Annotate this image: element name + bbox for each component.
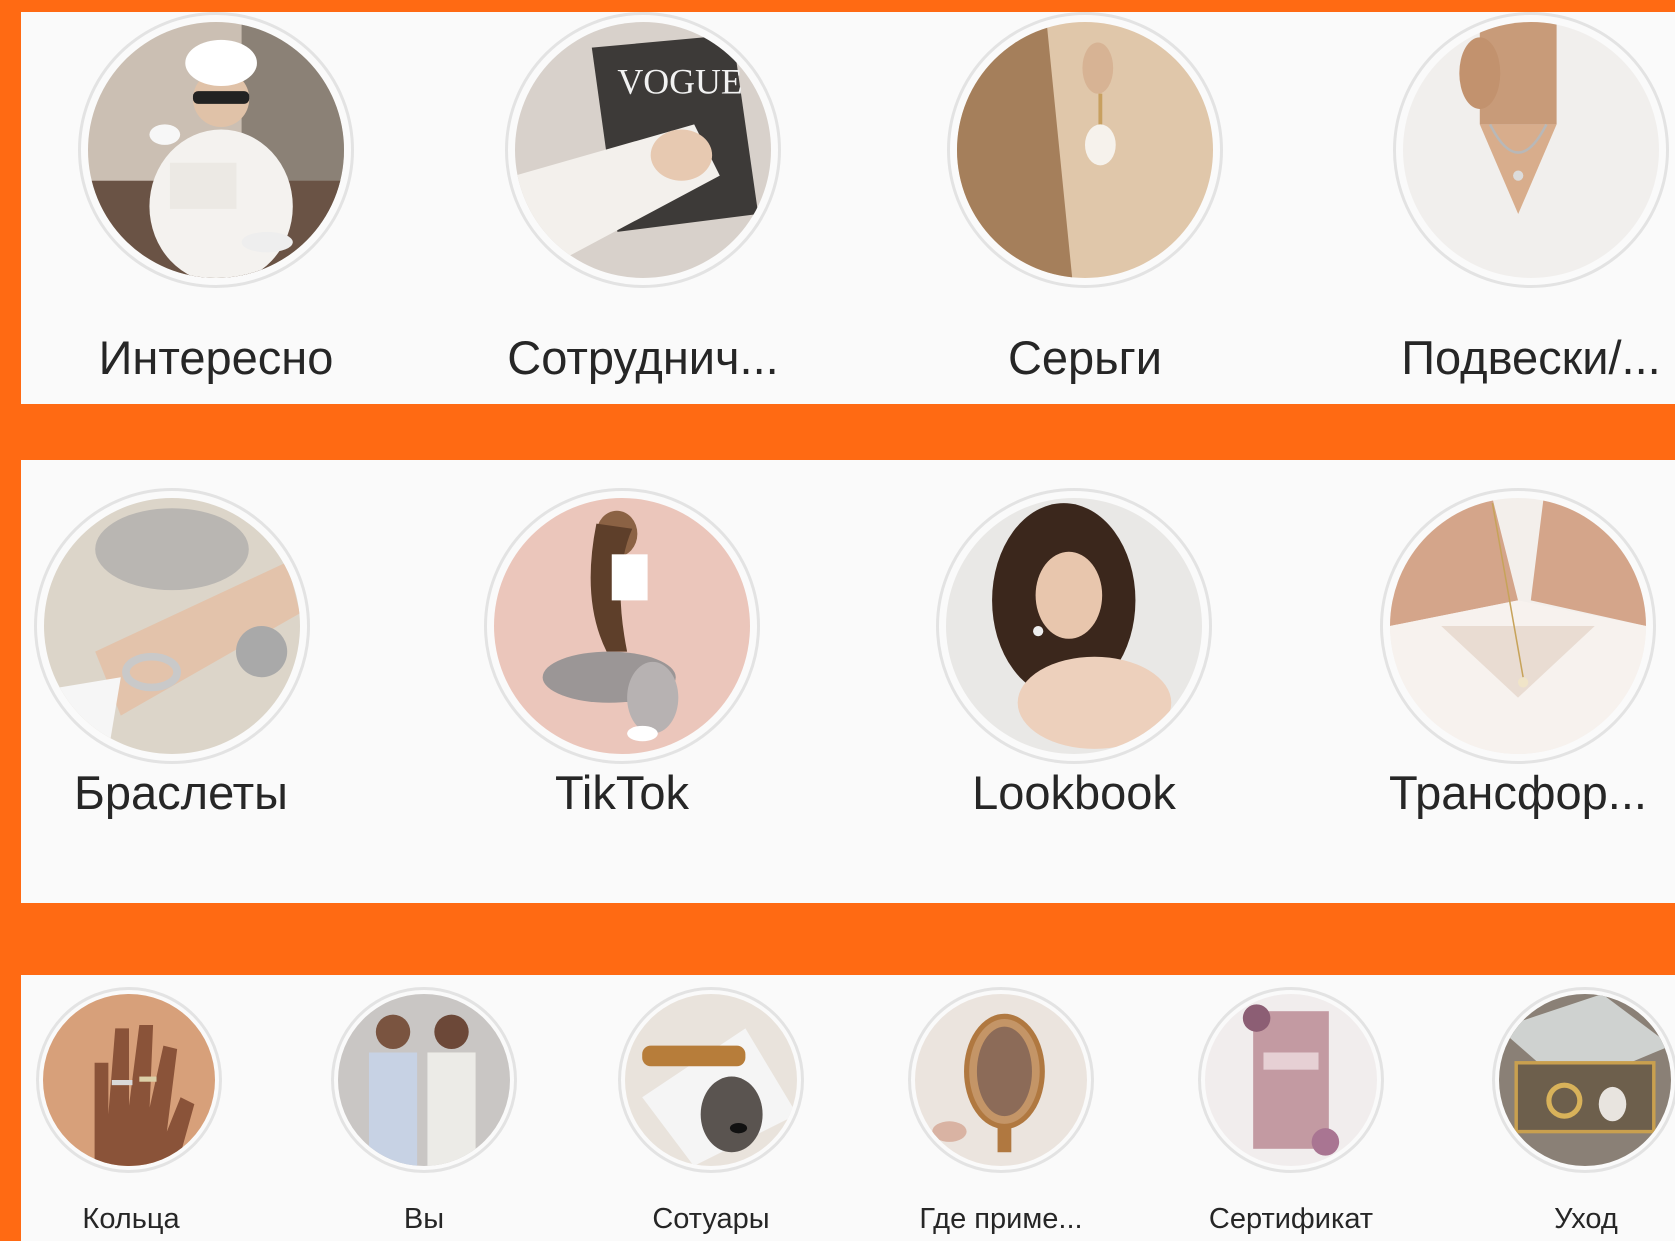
highlight-label: Серьги <box>1007 331 1163 384</box>
highlight-sertifikat[interactable]: Сертификат <box>1181 975 1401 1241</box>
mirror-photo-icon <box>915 994 1087 1166</box>
woman-with-coffee-photo-icon <box>88 22 344 278</box>
highlight-label: Браслеты <box>74 766 288 819</box>
tiktok-illustration-icon <box>494 498 750 754</box>
highlight-braslety[interactable]: Браслеты <box>26 460 336 903</box>
rings-hand-photo-icon <box>43 994 215 1166</box>
model-portrait-photo-icon <box>946 498 1202 754</box>
highlight-label: Lookbook <box>972 766 1176 819</box>
vogue-magazine-photo-icon: VOGUE <box>515 22 771 278</box>
gift-certificate-photo-icon <box>1205 994 1377 1166</box>
bracelet-photo-icon <box>44 498 300 754</box>
highlight-label: Сотруднич... <box>507 331 779 384</box>
highlight-interesno[interactable]: Интересно <box>57 12 375 404</box>
highlight-label: Где приме... <box>919 1203 1083 1235</box>
highlight-koltsa[interactable]: Кольца <box>21 975 241 1241</box>
highlight-podveski[interactable]: Подвески/... <box>1372 12 1675 404</box>
highlights-panel-2: Браслеты TikTok Lookbook Трансфор... <box>21 460 1675 903</box>
highlight-label: Сертификат <box>1208 1203 1374 1235</box>
highlight-label: Кольца <box>82 1203 180 1235</box>
highlight-tiktok[interactable]: TikTok <box>463 460 781 903</box>
sunglasses-photo-icon <box>625 994 797 1166</box>
highlight-label: Подвески/... <box>1401 331 1661 384</box>
highlight-label: Сотуары <box>652 1203 770 1235</box>
highlight-transformery[interactable]: Трансфор... <box>1359 460 1675 903</box>
highlight-sotrudnichestvo[interactable]: VOGUE Сотруднич... <box>484 12 802 404</box>
highlight-label: Трансфор... <box>1389 766 1647 819</box>
pendant-illustration-icon <box>1390 498 1646 754</box>
highlights-panel-1: Интересно VOGUE Сотруднич... Серьги Подв… <box>21 12 1675 404</box>
pearl-earring-photo-icon <box>957 22 1213 278</box>
highlight-label: Вы <box>403 1203 445 1235</box>
jewelry-box-photo-icon <box>1499 994 1671 1166</box>
highlight-vy[interactable]: Вы <box>314 975 534 1241</box>
highlight-ukhod[interactable]: Уход <box>1475 975 1675 1241</box>
highlight-label: Уход <box>1554 1203 1618 1235</box>
highlight-sotuary[interactable]: Сотуары <box>601 975 821 1241</box>
highlight-lookbook[interactable]: Lookbook <box>915 460 1233 903</box>
highlight-label: TikTok <box>554 766 690 819</box>
highlight-label: Интересно <box>98 331 334 384</box>
svg-text:VOGUE: VOGUE <box>617 62 742 102</box>
highlight-sergi[interactable]: Серьги <box>926 12 1244 404</box>
two-women-photo-icon <box>338 994 510 1166</box>
necklace-photo-icon <box>1403 22 1659 278</box>
highlights-panel-3: Кольца Вы Сотуары Где приме... Сертифика… <box>21 975 1675 1241</box>
highlight-gde-primerit[interactable]: Где приме... <box>891 975 1111 1241</box>
